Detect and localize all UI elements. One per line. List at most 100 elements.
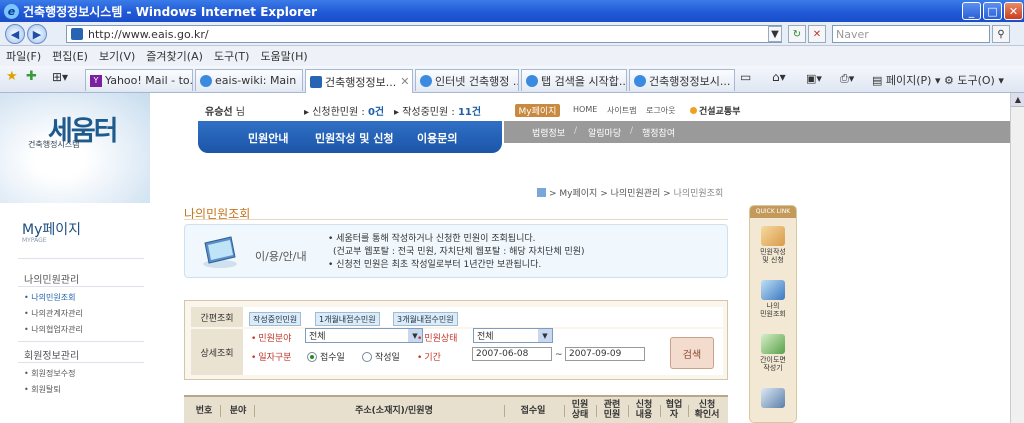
search-input[interactable]: Naver bbox=[832, 25, 990, 43]
menu-file[interactable]: 파일(F) bbox=[6, 48, 41, 64]
applied-count[interactable]: ▸ 신청한민원 : 0건 bbox=[304, 103, 384, 118]
nav-complaint-guide[interactable]: 민원안내 bbox=[248, 130, 288, 146]
home-icon bbox=[537, 188, 546, 197]
sidebar-title: My페이지 bbox=[22, 222, 82, 238]
quick-link-more[interactable] bbox=[753, 388, 793, 410]
scroll-up-icon[interactable]: ▲ bbox=[1011, 93, 1024, 107]
nav-notice[interactable]: 알림마당 bbox=[588, 126, 621, 139]
forward-button[interactable]: ▶ bbox=[27, 24, 47, 44]
address-dropdown-icon[interactable]: ▼ bbox=[768, 26, 782, 42]
nav-inquiry[interactable]: 이용문의 bbox=[417, 130, 457, 146]
radio-written-date[interactable]: 작성일 bbox=[362, 350, 400, 363]
breadcrumb: > My페이지 > 나의민원관리 > 나의민원조회 bbox=[537, 186, 723, 199]
add-favorite-icon[interactable]: ✚ bbox=[26, 69, 37, 84]
col-address: 주소(소재지)/민원명 bbox=[355, 406, 433, 416]
feeds-icon[interactable]: ▣▾ bbox=[806, 72, 822, 85]
menu-bar: 파일(F) 편집(E) 보기(V) 즐겨찾기(A) 도구(T) 도움말(H) bbox=[0, 46, 1024, 66]
quick-link-header: QUICK LINK bbox=[750, 206, 796, 218]
menu-help[interactable]: 도움말(H) bbox=[260, 48, 307, 64]
radio-receipt-date[interactable]: 접수일 bbox=[307, 350, 345, 363]
sidebar-divider bbox=[18, 362, 144, 363]
usage-info-box: 이/용/안/내 • 세움터를 통해 작성하거나 신청한 민원이 조회됩니다. (… bbox=[184, 224, 728, 278]
quick-link-my-complaint[interactable]: 나의 민원조회 bbox=[753, 280, 793, 318]
complaint-book-icon bbox=[761, 280, 785, 300]
url-text: http://www.eais.go.kr/ bbox=[88, 27, 209, 41]
ie-icon: e bbox=[4, 3, 19, 19]
date-from-input[interactable]: 2007-06-08 bbox=[472, 347, 552, 361]
field-type-label: • 민원분야 bbox=[251, 334, 292, 344]
sidebar-subtitle: MYPAGE bbox=[22, 237, 47, 244]
drawing-tool-icon bbox=[761, 334, 785, 354]
info-line-3: • 신청전 민원은 최초 작성일로부터 1년간만 보관됩니다. bbox=[328, 260, 542, 270]
col-separator bbox=[254, 405, 255, 417]
date-to-input[interactable]: 2007-09-09 bbox=[565, 347, 645, 361]
tab-tab-search[interactable]: 탭 검색을 시작합... bbox=[521, 69, 627, 91]
window-titlebar: e 건축행정정보시스템 - Windows Internet Explorer bbox=[0, 0, 1024, 22]
col-separator bbox=[688, 405, 689, 417]
tools-menu[interactable]: ⚙ 도구(O) ▾ bbox=[944, 72, 1004, 88]
quick-link-drawing-tool[interactable]: 간이도면 작성기 bbox=[753, 334, 793, 372]
writing-count[interactable]: ▸ 작성중민원 : 11건 bbox=[394, 103, 481, 118]
favorites-star-icon[interactable]: ★ bbox=[6, 69, 18, 84]
nav-law-info[interactable]: 법령정보 bbox=[532, 126, 565, 139]
sidebar-section-member-info[interactable]: 회원정보관리 bbox=[24, 347, 79, 362]
menu-view[interactable]: 보기(V) bbox=[99, 48, 135, 64]
nav-separator: / bbox=[574, 126, 578, 136]
vertical-scrollbar[interactable]: ▲ bbox=[1010, 93, 1024, 423]
sidebar: 세움터 건축행정시스템 My페이지 MYPAGE 나의민원관리 • 나의민원조회… bbox=[0, 93, 150, 423]
maximize-button[interactable]: □ bbox=[983, 2, 1002, 20]
sidebar-divider bbox=[18, 286, 144, 287]
site-tab-icon bbox=[310, 75, 322, 88]
logout-link[interactable]: 로그아웃 bbox=[646, 105, 675, 116]
menu-favorites[interactable]: 즐겨찾기(A) bbox=[146, 48, 203, 64]
quick-link-panel: QUICK LINK 민원작성 및 신청 나의 민원조회 간이도면 작성기 bbox=[749, 205, 797, 423]
quick-link-apply[interactable]: 민원작성 및 신청 bbox=[753, 226, 793, 264]
tab-bar: ★ ✚ ⊞▾ Y Yahoo! Mail - to... eais-wiki: M… bbox=[0, 66, 1024, 93]
tab-eais-wiki[interactable]: eais-wiki: Main bbox=[195, 69, 303, 91]
ministry-link[interactable]: 건설교통부 bbox=[690, 104, 740, 117]
sidebar-item-my-complaint-inquiry[interactable]: • 나의민원조회 bbox=[24, 292, 75, 303]
nav-participation[interactable]: 행정참여 bbox=[642, 126, 675, 139]
results-table-header: 번호 분야 주소(소재지)/민원명 접수일 민원 상태 관련 민원 신청 내용 … bbox=[184, 395, 728, 423]
sidebar-item-related-persons[interactable]: • 나의관계자관리 bbox=[24, 308, 83, 319]
sitemap-link[interactable]: 사이트맵 bbox=[607, 105, 636, 116]
back-button[interactable]: ◀ bbox=[5, 24, 25, 44]
quick-1month-button[interactable]: 1개월내접수민원 bbox=[315, 312, 380, 326]
page-menu[interactable]: ▤ 페이지(P) ▾ bbox=[872, 72, 941, 88]
tab-internet-building[interactable]: 인터넷 건축행정 ... bbox=[415, 69, 519, 91]
tab-active-eais[interactable]: 건축행정정보... ✕ bbox=[305, 69, 413, 93]
sidebar-section-my-complaints[interactable]: 나의민원관리 bbox=[24, 271, 79, 286]
home-icon[interactable]: ⌂▾ bbox=[772, 70, 786, 84]
search-button[interactable]: 검색 bbox=[670, 337, 714, 369]
minimize-button[interactable]: _ bbox=[962, 2, 981, 20]
new-tab-icon[interactable]: ▭ bbox=[740, 70, 751, 84]
tab-building-info[interactable]: 건축행정정보시... bbox=[629, 69, 735, 91]
sidebar-item-collaborators[interactable]: • 나의협업자관리 bbox=[24, 324, 83, 335]
menu-tools[interactable]: 도구(T) bbox=[214, 48, 250, 64]
print-icon[interactable]: ⎙▾ bbox=[840, 72, 854, 86]
quick-writing-button[interactable]: 작성중인민원 bbox=[249, 312, 302, 326]
field-period-label: • 기간 bbox=[417, 353, 441, 363]
tab-list-icon[interactable]: ⊞▾ bbox=[52, 70, 68, 84]
field-type-select[interactable]: 전체 ▼ bbox=[305, 328, 423, 343]
stop-button[interactable]: ✕ bbox=[808, 25, 826, 43]
mypage-button[interactable]: My페이지 bbox=[515, 104, 560, 117]
menu-edit[interactable]: 편집(E) bbox=[52, 48, 88, 64]
col-receipt-date: 접수일 bbox=[520, 406, 546, 416]
close-button[interactable]: ✕ bbox=[1004, 2, 1023, 20]
address-bar[interactable]: http://www.eais.go.kr/ bbox=[66, 25, 782, 43]
home-link[interactable]: HOME bbox=[573, 105, 597, 114]
field-status-select[interactable]: 전체 ▼ bbox=[473, 328, 553, 343]
nav-complaint-apply[interactable]: 민원작성 및 신청 bbox=[315, 130, 394, 146]
sidebar-item-edit-member[interactable]: • 회원정보수정 bbox=[24, 368, 75, 379]
tab-close-icon[interactable]: ✕ bbox=[400, 75, 409, 88]
col-status: 민원 상태 bbox=[571, 400, 589, 420]
tab-yahoo-mail[interactable]: Y Yahoo! Mail - to... bbox=[85, 69, 193, 91]
detail-search-label: 상세조회 bbox=[191, 329, 243, 375]
search-icon[interactable]: ⚲ bbox=[992, 25, 1010, 43]
refresh-button[interactable]: ↻ bbox=[788, 25, 806, 43]
monitor-icon bbox=[203, 236, 237, 268]
quick-3month-button[interactable]: 3개월내접수민원 bbox=[393, 312, 458, 326]
page-content: 세움터 건축행정시스템 My페이지 MYPAGE 나의민원관리 • 나의민원조회… bbox=[0, 93, 1010, 423]
sidebar-item-withdraw[interactable]: • 회원탈퇴 bbox=[24, 384, 61, 395]
